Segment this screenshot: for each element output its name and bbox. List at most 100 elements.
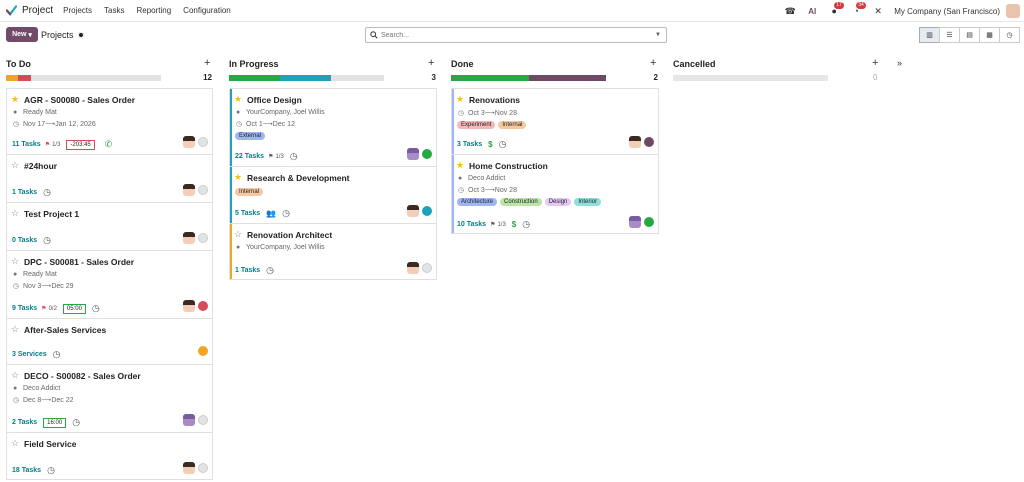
menu-tasks[interactable]: Tasks bbox=[104, 6, 124, 15]
favorite-star-icon[interactable]: ☆ bbox=[11, 370, 19, 381]
add-column-item-icon[interactable]: + bbox=[204, 57, 210, 69]
activity-clock-icon[interactable]: ◷ bbox=[92, 303, 100, 314]
status-dot[interactable] bbox=[198, 137, 208, 147]
search-input[interactable] bbox=[381, 31, 651, 39]
status-dot[interactable] bbox=[644, 217, 654, 227]
tasks-count-link[interactable]: 1 Tasks bbox=[12, 189, 37, 196]
column-progress-bar[interactable] bbox=[229, 75, 384, 81]
column-progress-bar[interactable] bbox=[673, 75, 828, 81]
favorite-star-icon[interactable]: ★ bbox=[234, 94, 242, 105]
activity-clock-icon[interactable]: ◷ bbox=[522, 219, 530, 230]
project-card[interactable]: ★ Home Construction ● Deco Addict ◷ Oct 3 ⟶ N… bbox=[451, 154, 659, 234]
status-dot[interactable] bbox=[198, 463, 208, 473]
project-card[interactable]: ★ Renovations ◷ Oct 3 ⟶ Nov 28 Experiment Int… bbox=[451, 88, 659, 154]
dollar-icon[interactable]: $ bbox=[488, 140, 492, 149]
status-dot[interactable] bbox=[644, 137, 654, 147]
calendar-view-button[interactable]: ▦ bbox=[979, 27, 1000, 43]
chat-icon[interactable]: ● 17 bbox=[828, 2, 844, 17]
progress-segment[interactable] bbox=[6, 75, 19, 81]
timer-badge[interactable]: 05:00 bbox=[62, 303, 86, 314]
user-avatar[interactable] bbox=[629, 136, 641, 148]
people-icon[interactable]: 👥 bbox=[266, 209, 276, 218]
favorite-star-icon[interactable]: ☆ bbox=[11, 324, 19, 335]
menu-reporting[interactable]: Reporting bbox=[136, 6, 171, 15]
timer-badge[interactable]: 16:00 bbox=[43, 417, 67, 428]
project-card[interactable]: ☆ Renovation Architect ● YourCompany, Joel … bbox=[229, 223, 437, 280]
phone-icon[interactable]: ☎ bbox=[784, 5, 796, 17]
project-card[interactable]: ★ Office Design ● YourCompany, Joel Willis ◷… bbox=[229, 88, 437, 166]
tasks-count-link[interactable]: 10 Tasks bbox=[457, 221, 486, 228]
ai-icon[interactable]: AI bbox=[806, 5, 818, 17]
column-title[interactable]: Cancelled bbox=[673, 59, 716, 69]
tasks-count-link[interactable]: 9 Tasks bbox=[12, 305, 37, 312]
progress-segment[interactable] bbox=[229, 75, 281, 81]
progress-segment[interactable] bbox=[528, 75, 606, 81]
new-button[interactable]: New ▾ bbox=[6, 27, 38, 42]
add-column-item-icon[interactable]: + bbox=[650, 57, 656, 69]
status-dot[interactable] bbox=[198, 346, 208, 356]
activity-clock-icon[interactable]: ◷ bbox=[43, 187, 51, 198]
app-brand[interactable]: Project bbox=[6, 5, 53, 16]
column-title[interactable]: In Progress bbox=[229, 59, 279, 69]
project-card[interactable]: ★ AGR - S00080 - Sales Order ● Ready Mat ◷ No… bbox=[6, 88, 213, 154]
status-dot[interactable] bbox=[198, 233, 208, 243]
add-column-item-icon[interactable]: + bbox=[872, 57, 878, 69]
menu-configuration[interactable]: Configuration bbox=[183, 6, 231, 15]
activity-clock-icon[interactable]: ◷ bbox=[266, 265, 274, 276]
column-progress-bar[interactable] bbox=[6, 75, 161, 81]
user-avatar-alt[interactable] bbox=[407, 148, 419, 160]
column-progress-bar[interactable] bbox=[451, 75, 606, 81]
progress-segment[interactable] bbox=[451, 75, 529, 81]
tasks-count-link[interactable]: 5 Tasks bbox=[235, 210, 260, 217]
user-avatar-alt[interactable] bbox=[629, 216, 641, 228]
activity-view-button[interactable]: ◷ bbox=[999, 27, 1020, 43]
project-card[interactable]: ☆ After-Sales Services 3 Services ◷ bbox=[6, 318, 213, 364]
tasks-count-link[interactable]: 11 Tasks bbox=[12, 141, 41, 148]
project-card[interactable]: ☆ DPC - S00081 - Sales Order ● Ready Mat ◷ No… bbox=[6, 250, 213, 318]
status-dot[interactable] bbox=[422, 149, 432, 159]
dollar-icon[interactable]: $ bbox=[512, 220, 516, 229]
progress-segment[interactable] bbox=[30, 75, 161, 81]
status-dot[interactable] bbox=[422, 263, 432, 273]
status-dot[interactable] bbox=[198, 301, 208, 311]
tasks-count-link[interactable]: 3 Services bbox=[12, 351, 47, 358]
project-card[interactable]: ☆ Test Project 1 0 Tasks ◷ bbox=[6, 202, 213, 250]
tasks-count-link[interactable]: 1 Tasks bbox=[235, 267, 260, 274]
favorite-star-icon[interactable]: ★ bbox=[11, 94, 19, 105]
favorite-star-icon[interactable]: ☆ bbox=[234, 229, 242, 240]
favorite-star-icon[interactable]: ☆ bbox=[11, 256, 19, 267]
user-avatar[interactable] bbox=[183, 462, 195, 474]
tasks-count-link[interactable]: 3 Tasks bbox=[457, 141, 482, 148]
tasks-count-link[interactable]: 0 Tasks bbox=[12, 237, 37, 244]
user-avatar[interactable] bbox=[407, 262, 419, 274]
activity-clock-icon[interactable]: ◷ bbox=[43, 235, 51, 246]
kanban-view-button[interactable]: ▥ bbox=[919, 27, 940, 43]
list-view-button[interactable]: ☰ bbox=[939, 27, 960, 43]
column-title[interactable]: Done bbox=[451, 59, 474, 69]
user-avatar[interactable] bbox=[1006, 4, 1020, 18]
user-avatar[interactable] bbox=[183, 300, 195, 312]
activity-clock-icon[interactable]: ◷ bbox=[53, 349, 61, 360]
favorite-star-icon[interactable]: ★ bbox=[456, 94, 464, 105]
user-avatar[interactable] bbox=[183, 136, 195, 148]
search-toggle-icon[interactable]: ▼ bbox=[655, 32, 661, 38]
gear-icon[interactable] bbox=[77, 32, 84, 38]
progress-segment[interactable] bbox=[331, 75, 384, 81]
search-bar[interactable]: ▼ bbox=[365, 27, 667, 43]
tasks-count-link[interactable]: 2 Tasks bbox=[12, 419, 37, 426]
user-avatar[interactable] bbox=[183, 184, 195, 196]
favorite-star-icon[interactable]: ★ bbox=[456, 160, 464, 171]
user-avatar-alt[interactable] bbox=[183, 414, 195, 426]
tools-icon[interactable]: ✕ bbox=[872, 5, 884, 17]
status-dot[interactable] bbox=[422, 206, 432, 216]
tasks-count-link[interactable]: 18 Tasks bbox=[12, 467, 41, 474]
project-card[interactable]: ☆ Field Service 18 Tasks ◷ bbox=[6, 432, 213, 480]
status-dot[interactable] bbox=[198, 415, 208, 425]
gantt-view-button[interactable]: ▤ bbox=[959, 27, 980, 43]
activity-clock-icon[interactable]: ◷ bbox=[290, 151, 298, 162]
activity-clock-icon[interactable]: ◷ bbox=[499, 139, 507, 150]
project-card[interactable]: ★ Research & Development Internal 5 Tasks 👥 ◷ bbox=[229, 166, 437, 223]
tasks-count-link[interactable]: 22 Tasks bbox=[235, 153, 264, 160]
column-title[interactable]: To Do bbox=[6, 59, 31, 69]
activity-clock-icon[interactable]: ◷ bbox=[72, 417, 80, 428]
